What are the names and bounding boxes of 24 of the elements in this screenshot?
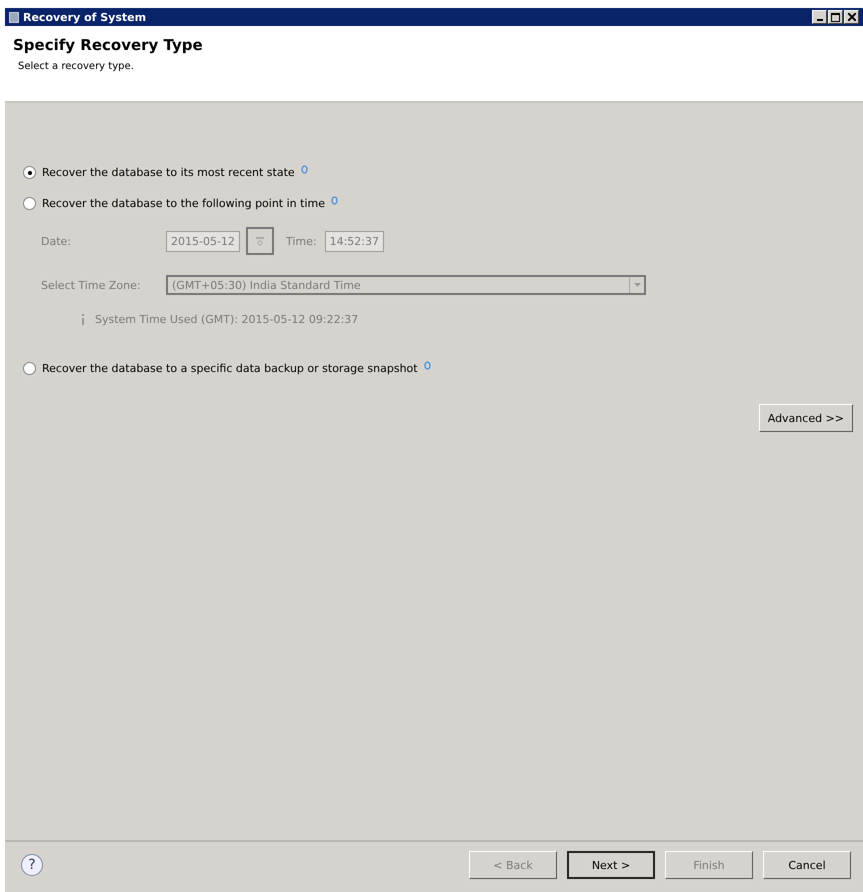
minimize-button[interactable]	[812, 10, 827, 24]
maximize-icon	[831, 12, 840, 22]
help-button[interactable]: ?	[21, 854, 43, 876]
option-label[interactable]: Recover the database to the following point in time	[42, 197, 325, 210]
advanced-button[interactable]: Advanced >>	[758, 404, 853, 432]
page-title: Specify Recovery Type	[13, 36, 204, 54]
time-zone-label: Select Time Zone:	[41, 278, 142, 292]
date-label: Date:	[41, 234, 72, 248]
dropdown-arrow-icon	[634, 283, 640, 287]
page-subtitle: Select a recovery type.	[17, 61, 135, 72]
option-label[interactable]: Recover the database to its most recent state	[42, 166, 295, 179]
radio-button[interactable]	[23, 166, 36, 179]
system-time-text: System Time Used (GMT): 2015-05-12 09:22:37	[95, 312, 358, 326]
radio-button[interactable]	[23, 197, 36, 210]
close-button[interactable]	[844, 10, 859, 24]
time-label: Time:	[286, 234, 317, 248]
window-icon	[9, 12, 19, 22]
window-title: Recovery of System	[23, 10, 148, 24]
option-label[interactable]: Recover the database to a specific data backup or storage snapshot	[42, 362, 418, 375]
close-icon	[848, 13, 856, 21]
wizard-button[interactable]: Cancel	[763, 851, 851, 879]
maximize-button[interactable]	[828, 10, 843, 24]
radio-button[interactable]	[23, 362, 36, 375]
wizard-button[interactable]: Next >	[567, 851, 655, 879]
